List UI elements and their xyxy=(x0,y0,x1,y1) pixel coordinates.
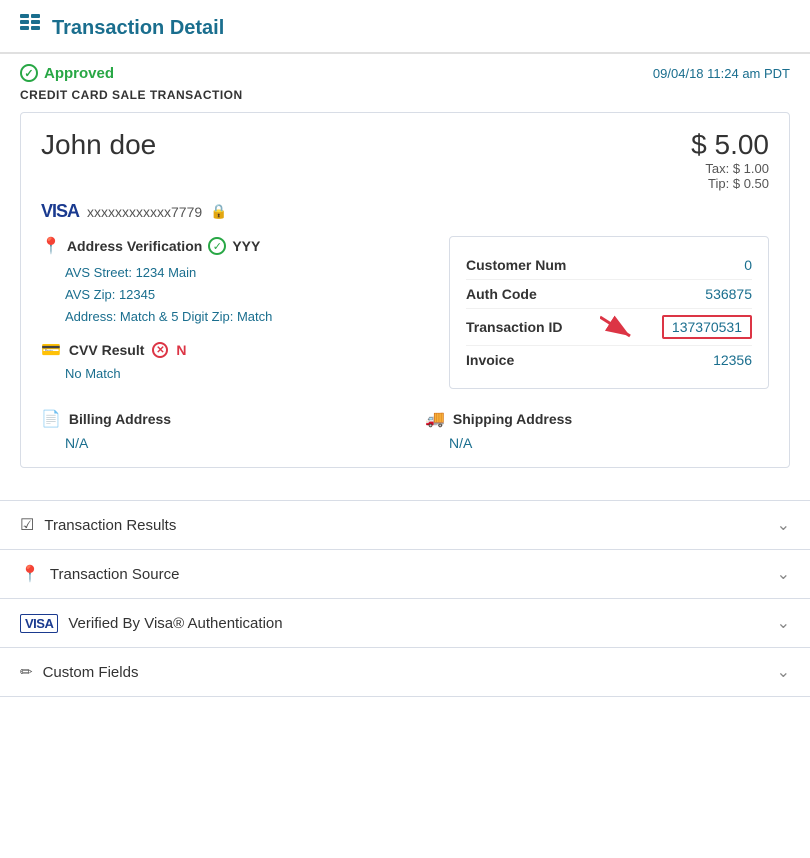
billing-value: N/A xyxy=(65,435,385,451)
shipping-label: Shipping Address xyxy=(453,411,572,427)
avs-result-code: YYY xyxy=(232,238,260,254)
approved-check-icon: ✓ xyxy=(20,64,38,82)
detail-panel-box: Customer Num 0 Auth Code 536875 Transact… xyxy=(449,236,769,389)
shipping-heading: 🚚 Shipping Address xyxy=(425,409,769,429)
transaction-results-left: ☑ Transaction Results xyxy=(20,515,176,535)
billing-icon: 📄 xyxy=(41,409,61,429)
visa-badge-icon: VISA xyxy=(20,614,58,633)
amount-block: $ 5.00 Tax: $ 1.00 Tip: $ 0.50 xyxy=(691,129,769,191)
shipping-section: 🚚 Shipping Address N/A xyxy=(425,409,769,451)
verified-by-visa-section[interactable]: VISA Verified By Visa® Authentication ⌄ xyxy=(0,598,810,647)
main-card: John doe $ 5.00 Tax: $ 1.00 Tip: $ 0.50 … xyxy=(20,112,790,468)
cvv-section: 💳 CVV Result ✕ N No Match xyxy=(41,340,429,381)
grid-icon xyxy=(20,14,42,42)
tax-amount: Tax: $ 1.00 xyxy=(691,161,769,176)
auth-code-row: Auth Code 536875 xyxy=(466,279,752,308)
avs-details: AVS Street: 1234 Main AVS Zip: 12345 Add… xyxy=(65,262,429,328)
transaction-id-value: 137370531 xyxy=(662,315,752,339)
chevron-down-icon: ⌄ xyxy=(777,564,790,584)
custom-fields-section[interactable]: ✏ Custom Fields ⌄ xyxy=(0,647,810,697)
shipping-value: N/A xyxy=(449,435,769,451)
status-bar: ✓ Approved 09/04/18 11:24 am PDT xyxy=(0,54,810,86)
transaction-source-left: 📍 Transaction Source xyxy=(20,564,179,584)
check-mark-icon: ☑ xyxy=(20,515,34,535)
truck-icon: 🚚 xyxy=(425,409,445,429)
address-row: 📄 Billing Address N/A 🚚 Shipping Address… xyxy=(41,405,769,451)
custom-fields-left: ✏ Custom Fields xyxy=(20,663,138,681)
info-left: 📍 Address Verification ✓ YYY AVS Street:… xyxy=(41,236,429,389)
transaction-id-label: Transaction ID xyxy=(466,319,562,335)
auth-code-value: 536875 xyxy=(705,286,752,302)
chevron-down-icon: ⌄ xyxy=(777,613,790,633)
invoice-value: 12356 xyxy=(713,352,752,368)
page-header: Transaction Detail xyxy=(0,0,810,54)
invoice-label: Invoice xyxy=(466,352,514,368)
customer-amount-row: John doe $ 5.00 Tax: $ 1.00 Tip: $ 0.50 xyxy=(41,129,769,191)
chevron-down-icon: ⌄ xyxy=(777,515,790,535)
avs-street: AVS Street: 1234 Main xyxy=(65,262,429,284)
spacer xyxy=(0,484,810,500)
collapsible-sections: ☑ Transaction Results ⌄ 📍 Transaction So… xyxy=(0,500,810,697)
billing-section: 📄 Billing Address N/A xyxy=(41,409,385,451)
tip-amount: Tip: $ 0.50 xyxy=(691,176,769,191)
cvv-x-icon: ✕ xyxy=(152,342,168,358)
lock-icon: 🔒 xyxy=(210,203,227,220)
address-verification-heading: 📍 Address Verification ✓ YYY xyxy=(41,236,429,256)
transaction-id-row: Transaction ID 137370531 xyxy=(466,308,752,345)
cvv-description: No Match xyxy=(65,366,429,381)
card-row: VISA xxxxxxxxxxxx7779 🔒 xyxy=(41,201,769,222)
verified-by-visa-label: Verified By Visa® Authentication xyxy=(68,615,282,632)
red-arrow-icon xyxy=(600,312,660,342)
cvv-code: N xyxy=(176,342,186,358)
location-pin-icon: 📍 xyxy=(41,236,61,256)
transaction-results-label: Transaction Results xyxy=(44,517,176,534)
card-number: xxxxxxxxxxxx7779 xyxy=(87,204,202,220)
cvv-heading: 💳 CVV Result ✕ N xyxy=(41,340,429,360)
cvv-card-icon: 💳 xyxy=(41,340,61,360)
auth-code-label: Auth Code xyxy=(466,286,537,302)
transaction-id-annotated: 137370531 xyxy=(662,315,752,339)
customer-num-label: Customer Num xyxy=(466,257,566,273)
avs-match: Address: Match & 5 Digit Zip: Match xyxy=(65,306,429,328)
amount-main: $ 5.00 xyxy=(691,129,769,161)
cvv-label: CVV Result xyxy=(69,342,144,358)
avs-label: Address Verification xyxy=(67,238,202,254)
info-grid: 📍 Address Verification ✓ YYY AVS Street:… xyxy=(41,236,769,389)
avs-zip: AVS Zip: 12345 xyxy=(65,284,429,306)
customer-num-value: 0 xyxy=(744,257,752,273)
detail-panel: Customer Num 0 Auth Code 536875 Transact… xyxy=(449,236,769,389)
timestamp: 09/04/18 11:24 am PDT xyxy=(653,66,790,81)
transaction-source-section[interactable]: 📍 Transaction Source ⌄ xyxy=(0,549,810,598)
location-icon: 📍 xyxy=(20,564,40,584)
billing-heading: 📄 Billing Address xyxy=(41,409,385,429)
verified-by-visa-left: VISA Verified By Visa® Authentication xyxy=(20,614,283,633)
customer-name: John doe xyxy=(41,129,156,161)
billing-label: Billing Address xyxy=(69,411,171,427)
customer-num-row: Customer Num 0 xyxy=(466,251,752,279)
transaction-type: CREDIT CARD SALE TRANSACTION xyxy=(0,86,810,112)
transaction-results-section[interactable]: ☑ Transaction Results ⌄ xyxy=(0,500,810,549)
status-approved: ✓ Approved xyxy=(20,64,114,82)
avs-check-icon: ✓ xyxy=(208,237,226,255)
custom-fields-label: Custom Fields xyxy=(43,664,139,681)
pencil-icon: ✏ xyxy=(20,663,33,681)
transaction-source-label: Transaction Source xyxy=(50,566,180,583)
invoice-row: Invoice 12356 xyxy=(466,345,752,374)
status-label: Approved xyxy=(44,65,114,82)
chevron-down-icon: ⌄ xyxy=(777,662,790,682)
visa-logo: VISA xyxy=(41,201,79,222)
page-title: Transaction Detail xyxy=(52,17,224,40)
